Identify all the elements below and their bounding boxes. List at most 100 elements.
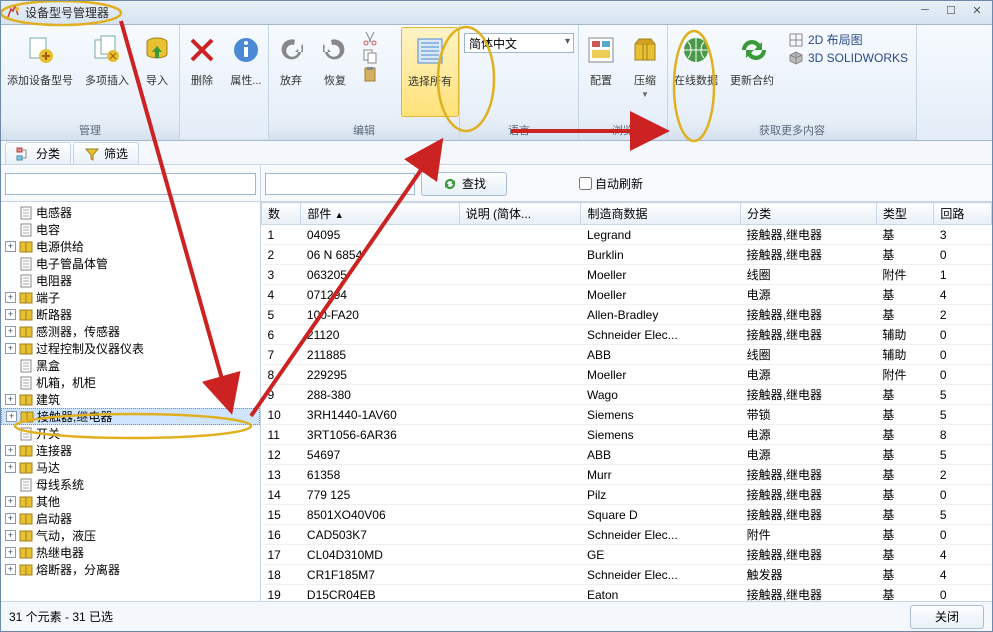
ribbon-online-button[interactable]: 在线数据 xyxy=(668,27,724,117)
ribbon-cut-button[interactable] xyxy=(359,29,399,47)
find-button[interactable]: 查找 xyxy=(421,172,507,196)
ribbon-update-button[interactable]: 更新合约 xyxy=(724,27,780,117)
minimize-button[interactable]: ─ xyxy=(912,1,938,19)
tree-item[interactable]: 黑盒 xyxy=(1,357,260,374)
table-row[interactable]: 19D15CR04EBEaton接触器,继电器基0 xyxy=(262,585,992,602)
table-row[interactable]: 104095Legrand接触器,继电器基3 xyxy=(262,225,992,245)
find-input[interactable] xyxy=(265,173,415,195)
language-combo[interactable]: 简体中文 xyxy=(464,33,574,53)
ribbon-add-button[interactable]: 添加设备型号 xyxy=(1,27,79,117)
column-header[interactable]: 说明 (简体... xyxy=(459,203,581,225)
tree-item[interactable]: +气动，液压 xyxy=(1,527,260,544)
expand-icon[interactable] xyxy=(5,258,16,269)
table-row[interactable]: 8229295Moeller电源附件0 xyxy=(262,365,992,385)
column-header[interactable]: 分类 xyxy=(741,203,877,225)
auto-refresh-checkbox[interactable]: 自动刷新 xyxy=(579,175,643,192)
expand-icon[interactable]: + xyxy=(5,530,16,541)
ribbon-props-button[interactable]: 属性... xyxy=(224,27,268,117)
ribbon-delete-button[interactable]: 删除 xyxy=(180,27,224,117)
tree-item[interactable]: +启动器 xyxy=(1,510,260,527)
table-row[interactable]: 18CR1F185M7Schneider Elec...触发器基4 xyxy=(262,565,992,585)
column-header[interactable]: 类型 xyxy=(876,203,934,225)
close-button[interactable]: 关闭 xyxy=(910,605,984,629)
close-window-button[interactable]: ✕ xyxy=(964,1,990,19)
ribbon-abandon-button[interactable]: 放弃 xyxy=(269,27,313,117)
ribbon-config-button[interactable]: 配置 xyxy=(579,27,623,117)
tree-item[interactable]: 电阻器 xyxy=(1,272,260,289)
expand-icon[interactable]: + xyxy=(5,445,16,456)
expand-icon[interactable] xyxy=(5,377,16,388)
tree-item[interactable]: +热继电器 xyxy=(1,544,260,561)
table-row[interactable]: 4071294Moeller电源基4 xyxy=(262,285,992,305)
tree-item[interactable]: +马达 xyxy=(1,459,260,476)
column-header[interactable]: 部件 ▲ xyxy=(301,203,459,225)
data-grid[interactable]: 数部件 ▲说明 (简体...制造商数据分类类型回路104095Legrand接触… xyxy=(261,202,992,601)
category-tree[interactable]: 电感器电容+电源供给电子管晶体管电阻器+端子+断路器+感测器，传感器+过程控制及… xyxy=(1,202,260,601)
tree-item[interactable]: 母线系统 xyxy=(1,476,260,493)
table-row[interactable]: 5100-FA20Allen-Bradley接触器,继电器基2 xyxy=(262,305,992,325)
tree-item[interactable]: +建筑 xyxy=(1,391,260,408)
ribbon-multi-button[interactable]: 多项插入 xyxy=(79,27,135,117)
table-row[interactable]: 14779 125Pilz接触器,继电器基0 xyxy=(262,485,992,505)
maximize-button[interactable]: ☐ xyxy=(938,1,964,19)
expand-icon[interactable] xyxy=(5,360,16,371)
expand-icon[interactable] xyxy=(5,207,16,218)
expand-icon[interactable]: + xyxy=(5,513,16,524)
table-row[interactable]: 3063205Moeller线圈附件1 xyxy=(262,265,992,285)
table-row[interactable]: 9288-380Wago接触器,继电器基5 xyxy=(262,385,992,405)
tree-item[interactable]: +端子 xyxy=(1,289,260,306)
tab-filter[interactable]: 筛选 xyxy=(73,142,139,164)
expand-icon[interactable] xyxy=(5,428,16,439)
table-row[interactable]: 113RT1056-6AR36Siemens电源基8 xyxy=(262,425,992,445)
expand-icon[interactable]: + xyxy=(5,343,16,354)
ribbon-selectall-button[interactable]: 选择所有 xyxy=(401,27,459,117)
expand-icon[interactable]: + xyxy=(5,241,16,252)
link-3d[interactable]: 3D SOLIDWORKS xyxy=(788,50,908,66)
expand-icon[interactable] xyxy=(5,479,16,490)
table-row[interactable]: 1254697ABB电源基5 xyxy=(262,445,992,465)
ribbon-paste-button[interactable] xyxy=(359,65,399,83)
tree-item[interactable]: +熔断器，分离器 xyxy=(1,561,260,578)
tab-category[interactable]: 分类 xyxy=(5,142,71,164)
expand-icon[interactable]: + xyxy=(5,462,16,473)
column-header[interactable]: 数 xyxy=(262,203,301,225)
table-row[interactable]: 16CAD503K7Schneider Elec...附件基0 xyxy=(262,525,992,545)
tree-item[interactable]: 开关 xyxy=(1,425,260,442)
expand-icon[interactable]: + xyxy=(6,411,17,422)
tree-item[interactable]: +其他 xyxy=(1,493,260,510)
expand-icon[interactable]: + xyxy=(5,564,16,575)
expand-icon[interactable] xyxy=(5,275,16,286)
tree-item[interactable]: 电感器 xyxy=(1,204,260,221)
tree-item[interactable]: +接触器,继电器 xyxy=(1,408,260,425)
expand-icon[interactable]: + xyxy=(5,326,16,337)
table-row[interactable]: 103RH1440-1AV60Siemens带锁基5 xyxy=(262,405,992,425)
tree-item[interactable]: +感测器，传感器 xyxy=(1,323,260,340)
link-2d[interactable]: 2D 布局图 xyxy=(788,31,908,48)
table-row[interactable]: 158501XO40V06Square D接触器,继电器基5 xyxy=(262,505,992,525)
expand-icon[interactable] xyxy=(5,224,16,235)
ribbon-restore-button[interactable]: 恢复 xyxy=(313,27,357,117)
expand-icon[interactable]: + xyxy=(5,547,16,558)
table-row[interactable]: 17CL04D310MDGE接触器,继电器基4 xyxy=(262,545,992,565)
table-row[interactable]: 1361358Murr接触器,继电器基2 xyxy=(262,465,992,485)
tree-item[interactable]: 机箱，机柜 xyxy=(1,374,260,391)
table-row[interactable]: 7211885ABB线圈辅助0 xyxy=(262,345,992,365)
ribbon-import-button[interactable]: 导入 xyxy=(135,27,179,117)
tree-item[interactable]: +过程控制及仪器仪表 xyxy=(1,340,260,357)
expand-icon[interactable]: + xyxy=(5,394,16,405)
column-header[interactable]: 制造商数据 xyxy=(581,203,741,225)
tree-item[interactable]: 电子管晶体管 xyxy=(1,255,260,272)
table-row[interactable]: 206 N 6854Burklin接触器,继电器基0 xyxy=(262,245,992,265)
ribbon-compress-button[interactable]: 压缩▼ xyxy=(623,27,667,117)
tree-item[interactable]: +断路器 xyxy=(1,306,260,323)
auto-refresh-input[interactable] xyxy=(579,177,592,190)
tree-item[interactable]: +电源供给 xyxy=(1,238,260,255)
expand-icon[interactable]: + xyxy=(5,309,16,320)
ribbon-copy-button[interactable] xyxy=(359,47,399,65)
tree-item[interactable]: 电容 xyxy=(1,221,260,238)
expand-icon[interactable]: + xyxy=(5,496,16,507)
expand-icon[interactable]: + xyxy=(5,292,16,303)
tree-search-input[interactable] xyxy=(5,173,256,195)
column-header[interactable]: 回路 xyxy=(934,203,992,225)
table-row[interactable]: 621120Schneider Elec...接触器,继电器辅助0 xyxy=(262,325,992,345)
